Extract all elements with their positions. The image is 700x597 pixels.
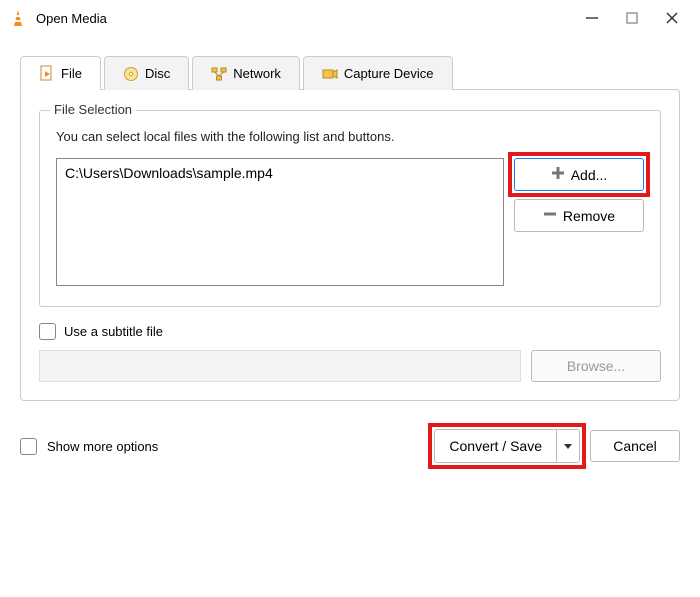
convert-save-label: Convert / Save	[449, 438, 542, 454]
convert-save-button[interactable]: Convert / Save	[434, 429, 580, 463]
tab-strip: File Disc Network Capture Device	[20, 56, 680, 90]
add-button-label: Add...	[571, 167, 608, 183]
annotation-highlight-add: Add...	[514, 158, 644, 191]
browse-button: Browse...	[531, 350, 661, 382]
network-icon	[211, 66, 227, 82]
show-more-options-checkbox[interactable]	[20, 438, 37, 455]
maximize-button[interactable]	[624, 10, 640, 26]
file-icon	[39, 65, 55, 81]
remove-button-label: Remove	[563, 208, 615, 224]
cancel-button-label: Cancel	[613, 438, 657, 454]
file-selection-hint: You can select local files with the foll…	[56, 129, 644, 144]
dialog-content: File Disc Network Capture Device File Se…	[0, 36, 700, 479]
tab-label: Capture Device	[344, 66, 434, 81]
window-controls	[584, 10, 692, 26]
tab-label: Network	[233, 66, 281, 81]
convert-save-main[interactable]: Convert / Save	[434, 429, 556, 463]
close-button[interactable]	[664, 10, 680, 26]
plus-icon	[551, 166, 565, 183]
file-selection-group: File Selection You can select local file…	[39, 110, 661, 307]
show-more-options-label: Show more options	[47, 439, 158, 454]
minimize-button[interactable]	[584, 10, 600, 26]
dialog-footer: Show more options Convert / Save Cancel	[20, 429, 680, 463]
tab-file[interactable]: File	[20, 56, 101, 90]
chevron-down-icon	[563, 439, 573, 454]
subtitle-checkbox-row: Use a subtitle file	[39, 323, 661, 340]
add-button[interactable]: Add...	[514, 158, 644, 191]
subtitle-path-input	[39, 350, 521, 382]
disc-icon	[123, 66, 139, 82]
window-title: Open Media	[36, 11, 584, 26]
tab-capture-device[interactable]: Capture Device	[303, 56, 453, 90]
tab-network[interactable]: Network	[192, 56, 300, 90]
minus-icon	[543, 207, 557, 224]
tab-label: File	[61, 66, 82, 81]
capture-device-icon	[322, 66, 338, 82]
convert-save-dropdown[interactable]	[556, 429, 580, 463]
file-selection-legend: File Selection	[50, 102, 136, 117]
tab-disc[interactable]: Disc	[104, 56, 189, 90]
cancel-button[interactable]: Cancel	[590, 430, 680, 462]
browse-button-label: Browse...	[567, 358, 625, 374]
remove-button[interactable]: Remove	[514, 199, 644, 232]
tab-label: Disc	[145, 66, 170, 81]
titlebar: Open Media	[0, 0, 700, 36]
vlc-cone-icon	[8, 8, 28, 28]
use-subtitle-label: Use a subtitle file	[64, 324, 163, 339]
use-subtitle-checkbox[interactable]	[39, 323, 56, 340]
file-list[interactable]: C:\Users\Downloads\sample.mp4	[56, 158, 504, 286]
annotation-highlight-convert: Convert / Save	[434, 429, 580, 463]
file-list-item[interactable]: C:\Users\Downloads\sample.mp4	[65, 165, 495, 181]
tab-panel-file: File Selection You can select local file…	[20, 89, 680, 401]
